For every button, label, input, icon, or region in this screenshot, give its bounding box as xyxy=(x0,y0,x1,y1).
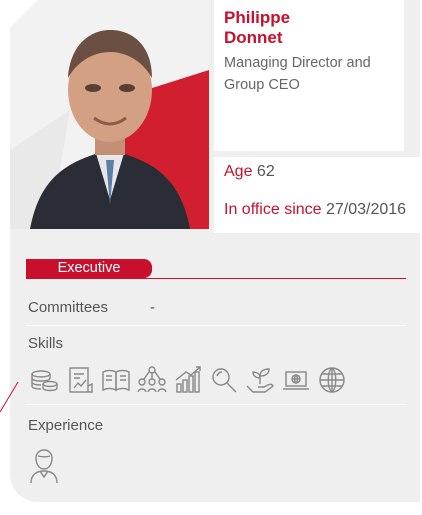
magnifier-icon xyxy=(208,364,240,396)
name-box: Philippe Donnet Managing Director and Gr… xyxy=(214,0,404,151)
plant-hand-icon xyxy=(244,364,276,396)
in-office-box: In office since 27/03/2016 xyxy=(214,195,422,233)
in-office-label: In office since xyxy=(224,201,322,218)
person-name-line1: Philippe xyxy=(224,8,291,27)
skills-label: Skills xyxy=(28,335,64,352)
age-label: Age xyxy=(224,163,253,180)
laptop-globe-icon xyxy=(280,364,312,396)
age-box: Age 62 xyxy=(214,157,422,195)
globe-icon xyxy=(316,364,348,396)
divider xyxy=(26,325,406,326)
report-chart-icon xyxy=(64,364,96,396)
book-icon xyxy=(100,364,132,396)
person-role: Managing Director and Group CEO xyxy=(224,55,371,93)
profile-photo xyxy=(10,0,209,229)
in-office-value: 27/03/2016 xyxy=(326,201,407,218)
experience-label: Experience xyxy=(28,417,104,434)
badge-underline xyxy=(26,278,406,279)
person-name-line2: Donnet xyxy=(224,28,283,47)
coins-icon xyxy=(28,364,60,396)
committees-value: - xyxy=(150,299,155,316)
people-network-icon xyxy=(136,364,168,396)
executive-badge: Executive xyxy=(26,259,152,278)
growth-bars-icon xyxy=(172,364,204,396)
person-icon xyxy=(28,448,60,484)
decorative-line xyxy=(0,381,19,412)
divider xyxy=(26,404,406,405)
committees-label: Committees xyxy=(28,299,109,316)
age-value: 62 xyxy=(256,163,275,180)
